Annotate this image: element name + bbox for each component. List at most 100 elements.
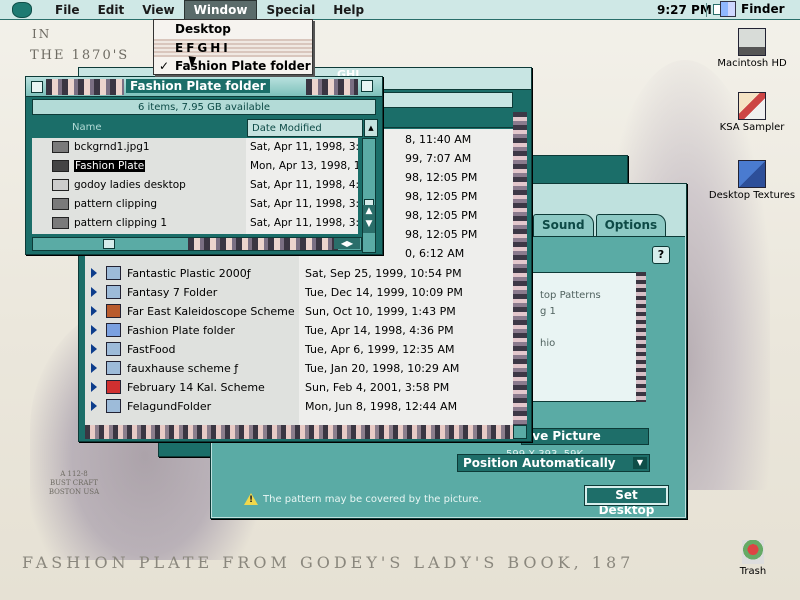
pattern-list[interactable]: top Patterns g 1 hio: [531, 272, 643, 402]
tab-sound[interactable]: Sound: [533, 214, 594, 236]
list-item[interactable]: pattern clipping Sat, Apr 11, 1998, 3:3: [32, 195, 358, 214]
trash-icon: [742, 540, 764, 564]
menu-item-fashion-plate-folder[interactable]: ✓ Fashion Plate folder: [154, 57, 312, 75]
file-date: Tue, Apr 6, 1999, 12:35 AM: [305, 343, 455, 356]
list-item[interactable]: Far East Kaleidoscope Scheme Sun, Oct 10…: [85, 302, 513, 321]
list-item[interactable]: godoy ladies desktop Sat, Apr 11, 1998, …: [32, 176, 358, 195]
menu-item-desktop[interactable]: Desktop: [154, 20, 312, 38]
menu-help[interactable]: Help: [324, 1, 373, 19]
horizontal-scrollbar[interactable]: [85, 425, 513, 439]
file-icon: [52, 198, 69, 210]
list-item[interactable]: FastFood Tue, Apr 6, 1999, 12:35 AM: [85, 340, 513, 359]
window-titlebar[interactable]: Fashion Plate folder: [26, 77, 382, 97]
file-date: Sat, Apr 11, 1998, 3:3: [250, 217, 358, 229]
position-dropdown[interactable]: Position Automatically ▼: [457, 454, 650, 472]
list-item[interactable]: Fashion Plate Mon, Apr 13, 1998, 1:: [32, 157, 358, 176]
list-item[interactable]: Fashion Plate folder Tue, Apr 14, 1998, …: [85, 321, 513, 340]
file-date: Tue, Jan 20, 1998, 10:29 AM: [305, 362, 460, 375]
file-name: Fantastic Plastic 2000ƒ: [127, 267, 251, 280]
disclosure-triangle-icon[interactable]: [91, 401, 97, 411]
desktop-icon-label: Desktop Textures: [708, 190, 796, 201]
folder-icon: [106, 361, 121, 375]
disclosure-triangle-icon[interactable]: [91, 382, 97, 392]
disclosure-triangle-icon[interactable]: [91, 268, 97, 278]
check-icon: ✓: [159, 59, 170, 73]
desktop-icon-macintosh-hd[interactable]: Macintosh HD: [712, 28, 792, 69]
window-menu-dropdown: Desktop EFGHI ✓ Fashion Plate folder: [153, 19, 313, 75]
menu-clock[interactable]: 9:27 PM: [657, 3, 712, 17]
title-pattern-strip: [306, 79, 358, 95]
menu-special[interactable]: Special: [257, 1, 324, 19]
list-item[interactable]: hio: [540, 338, 555, 349]
resize-handle[interactable]: [513, 425, 527, 439]
background-maker-line: BOSTON USA: [48, 488, 100, 496]
menu-window[interactable]: Window: [183, 0, 258, 20]
fashion-plate-folder-window[interactable]: Fashion Plate folder 6 items, 7.95 GB av…: [25, 76, 383, 255]
file-name: Fashion Plate: [74, 160, 146, 172]
date-cell: 98, 12:05 PM: [405, 209, 478, 222]
sort-direction-icon[interactable]: ▲: [364, 119, 378, 137]
menu-item-efghi[interactable]: EFGHI: [154, 39, 312, 57]
list-item[interactable]: top Patterns: [540, 290, 601, 301]
finder-icon: [720, 1, 736, 17]
date-cell: 99, 7:07 AM: [405, 152, 472, 165]
date-cell: 98, 12:05 PM: [405, 171, 478, 184]
disclosure-triangle-icon[interactable]: [91, 306, 97, 316]
list-item[interactable]: Fantasy 7 Folder Tue, Dec 14, 1999, 10:0…: [85, 283, 513, 302]
file-name: Far East Kaleidoscope Scheme: [127, 305, 295, 318]
application-name: Finder: [741, 2, 785, 16]
file-name: pattern clipping: [74, 198, 158, 210]
desktop-icon-trash[interactable]: Trash: [728, 540, 778, 577]
date-cell: 98, 12:05 PM: [405, 228, 478, 241]
list-item[interactable]: fauxhause scheme ƒ Tue, Jan 20, 1998, 10…: [85, 359, 513, 378]
list-item[interactable]: g 1: [540, 306, 556, 317]
file-name: Fantasy 7 Folder: [127, 286, 218, 299]
file-date: Sat, Apr 11, 1998, 3:3: [250, 198, 358, 210]
scroll-pattern-strip: [188, 238, 338, 250]
list-item[interactable]: bckgrnd1.jpg1 Sat, Apr 11, 1998, 3:3: [32, 138, 358, 157]
date-cell: 8, 11:40 AM: [405, 133, 472, 146]
list-item[interactable]: February 14 Kal. Scheme Sun, Feb 4, 2001…: [85, 378, 513, 397]
list-item[interactable]: pattern clipping 1 Sat, Apr 11, 1998, 3:…: [32, 214, 358, 233]
desktop-icon-label: Macintosh HD: [717, 58, 787, 69]
list-item[interactable]: FelagundFolder Mon, Jun 8, 1998, 12:44 A…: [85, 397, 513, 416]
scroll-thumb[interactable]: [103, 239, 115, 249]
column-name[interactable]: Name: [32, 119, 246, 137]
horizontal-scroll-arrows[interactable]: ◀▶: [334, 238, 360, 249]
menu-edit[interactable]: Edit: [89, 1, 134, 19]
warning-icon-mark: !: [249, 495, 254, 505]
menu-file[interactable]: File: [46, 1, 89, 19]
folder-icon: [106, 285, 121, 299]
remove-picture-button[interactable]: ove Picture: [521, 428, 649, 445]
disclosure-triangle-icon[interactable]: [91, 363, 97, 373]
horizontal-scrollbar[interactable]: [32, 237, 362, 251]
column-date-modified[interactable]: Date Modified: [247, 119, 363, 137]
application-menu[interactable]: Finder: [720, 1, 785, 17]
vertical-scrollbar[interactable]: [362, 138, 376, 253]
apple-menu-icon[interactable]: [12, 1, 32, 18]
tab-options[interactable]: Options: [595, 214, 667, 236]
hard-disk-icon: [738, 28, 766, 56]
disclosure-triangle-icon[interactable]: [91, 325, 97, 335]
set-desktop-button[interactable]: Set Desktop: [584, 485, 669, 517]
zoom-box[interactable]: [361, 80, 373, 92]
date-cell: 98, 12:05 PM: [405, 190, 478, 203]
desktop-icon-desktop-textures[interactable]: Desktop Textures: [708, 160, 796, 201]
tab-bar: Sound Options: [533, 214, 668, 236]
desktop-icon-label: Trash: [739, 566, 767, 577]
help-button[interactable]: ?: [652, 246, 670, 264]
file-name: bckgrnd1.jpg1: [74, 141, 150, 153]
vertical-scroll-arrows[interactable]: ▲ ▼: [363, 205, 375, 233]
close-box[interactable]: [31, 80, 43, 93]
menu-view[interactable]: View: [133, 1, 183, 19]
file-name: pattern clipping 1: [74, 217, 168, 229]
vertical-scrollbar[interactable]: [513, 112, 527, 437]
disclosure-triangle-icon[interactable]: [91, 287, 97, 297]
disclosure-triangle-icon[interactable]: [91, 344, 97, 354]
desktop-icon-ksa-sampler[interactable]: KSA Sampler: [712, 92, 792, 133]
file-icon: [52, 160, 69, 172]
list-item[interactable]: Fantastic Plastic 2000ƒ Sat, Sep 25, 199…: [85, 264, 513, 283]
background-text-year: THE 1870'S: [30, 48, 130, 63]
file-list[interactable]: bckgrnd1.jpg1 Sat, Apr 11, 1998, 3:3 Fas…: [32, 138, 358, 234]
file-date: Mon, Apr 13, 1998, 1:: [250, 160, 358, 172]
